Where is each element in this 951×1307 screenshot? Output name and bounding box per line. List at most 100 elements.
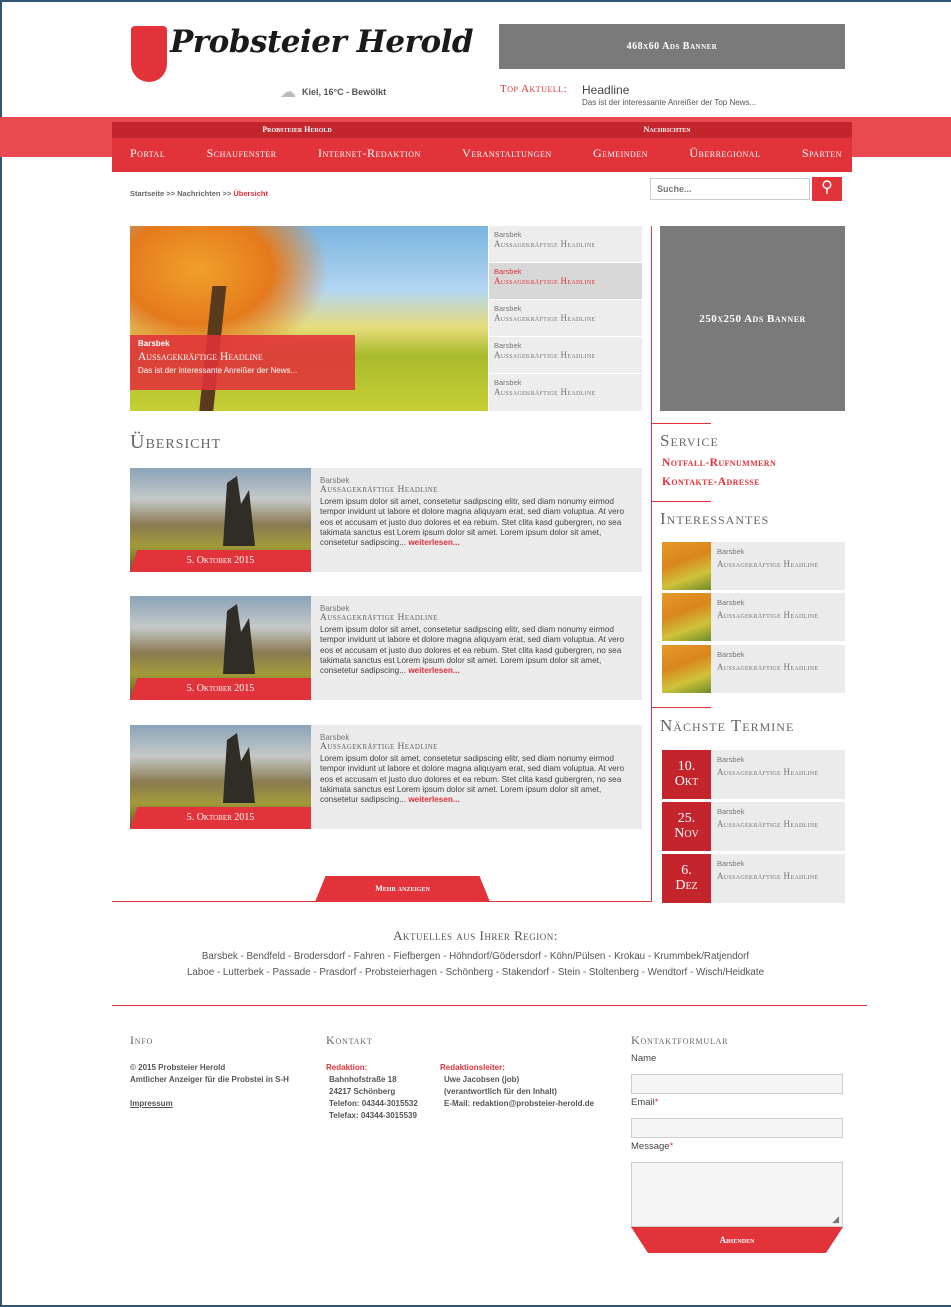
article-body-text: Lorem ipsum dolor sit amet, consetetur s… [320,754,625,805]
event-kicker: Barsbek [717,859,745,868]
top-ads-banner[interactable]: 468x60 Ads Banner [499,24,845,69]
sidebar-ads-banner[interactable]: 250x250 Ads Banner [660,226,845,411]
slider-item-headline: Aussagekräftige Headline [494,276,596,286]
name-label: Name [631,1053,657,1064]
hero-headline: Aussagekräftige Headline [138,351,263,363]
interesting-item[interactable]: Barsbek Aussagekräftige Headline [662,645,845,693]
nav-item-veranstaltungen[interactable]: Veranstaltungen [462,146,551,161]
slider-item-headline: Aussagekräftige Headline [494,387,596,397]
search-input[interactable]: Suche... [650,178,810,200]
slider-item-headline: Aussagekräftige Headline [494,313,596,323]
contact-form-title: Kontaktformular [631,1033,729,1047]
message-label: Message [631,1141,670,1152]
breadcrumb-path[interactable]: Startseite >> Nachrichten >> [130,189,233,198]
top-news-headline[interactable]: Headline [582,83,629,97]
leiter-email[interactable]: E-Mail: redaktion@probsteier-herold.de [440,1098,594,1110]
event-item[interactable]: 25. Nov Barsbek Aussagekräftige Headline [662,802,845,851]
event-date: 6. Dez [662,854,711,903]
article-card[interactable]: 5. Oktober 2015 Barsbek Aussagekräftige … [130,725,642,829]
resize-handle-icon[interactable]: ◢ [832,1214,839,1225]
redaktion-phone: Telefon: 04344-3015532 [329,1099,418,1108]
event-item[interactable]: 10. Okt Barsbek Aussagekräftige Headline [662,750,845,799]
article-body: Lorem ipsum dolor sit amet, consetetur s… [320,497,634,548]
name-field[interactable] [631,1074,843,1094]
read-more-link[interactable]: weiterlesen... [408,795,459,804]
service-link-kontakte[interactable]: Kontakte-Adresse [662,476,760,488]
article-rock-shape [223,476,255,546]
sidebar-divider [651,423,711,424]
slider-item[interactable]: Barsbek Aussagekräftige Headline [489,337,642,374]
read-more-link[interactable]: weiterlesen... [408,538,459,547]
article-image[interactable]: 5. Oktober 2015 [130,596,311,700]
hero-caption[interactable]: Barsbek Aussagekräftige Headline Das ist… [130,335,355,390]
top-news-label: Top Aktuell: [500,83,568,95]
article-card[interactable]: 5. Oktober 2015 Barsbek Aussagekräftige … [130,468,642,572]
email-label: Email [631,1097,655,1108]
article-headline[interactable]: Aussagekräftige Headline [320,742,634,752]
article-date: 5. Oktober 2015 [130,807,311,829]
region-links-line1[interactable]: Barsbek - Bendfeld - Brodersdorf - Fahre… [0,951,951,962]
event-month: Okt [674,774,699,789]
interesting-item[interactable]: Barsbek Aussagekräftige Headline [662,593,845,641]
submit-button[interactable]: Absenden [631,1227,843,1253]
nav-item-internet-redaktion[interactable]: Internet-Redaktion [318,146,421,161]
search-icon: ⚲ [821,179,833,196]
article-image[interactable]: 5. Oktober 2015 [130,725,311,829]
redaktion-fax: Telefax: 04344-3015539 [329,1111,417,1120]
interesting-thumbnail [662,542,711,590]
leiter-note: (verantwortlich für den Inhalt) [444,1087,557,1096]
service-link-notfall[interactable]: Notfall-Rufnummern [662,457,776,469]
weather-widget: ☁ Kiel, 16°C - Bewölkt [280,82,386,102]
interesting-headline: Aussagekräftige Headline [717,559,819,569]
interesting-thumbnail [662,645,711,693]
sidebar-divider [651,501,711,502]
interesting-item[interactable]: Barsbek Aussagekräftige Headline [662,542,845,590]
redaktion-city: 24217 Schönberg [329,1087,396,1096]
interesting-title: Interessantes [660,509,770,528]
search-button[interactable]: ⚲ [812,177,842,201]
article-headline[interactable]: Aussagekräftige Headline [320,485,634,495]
nav-section-herold[interactable]: Probsteier Herold [112,122,482,138]
nav-item-ueberregional[interactable]: Überregional [689,146,760,161]
article-body: Lorem ipsum dolor sit amet, consetetur s… [320,754,634,805]
nav-item-portal[interactable]: Portal [130,146,165,161]
cloud-sun-icon: ☁ [280,84,296,101]
message-field[interactable]: ◢ [631,1162,843,1227]
interesting-kicker: Barsbek [717,650,745,659]
slider-item-active[interactable]: Barsbek Aussagekräftige Headline [489,263,642,300]
footer-divider [112,1005,867,1006]
slider-item-kicker: Barsbek [494,304,522,313]
event-headline: Aussagekräftige Headline [717,819,819,829]
logo-shield-icon[interactable] [131,26,167,82]
footer-contact-title: Kontakt [326,1033,373,1047]
overview-title: Übersicht [130,431,222,453]
event-kicker: Barsbek [717,807,745,816]
slider-item[interactable]: Barsbek Aussagekräftige Headline [489,300,642,337]
event-item[interactable]: 6. Dez Barsbek Aussagekräftige Headline [662,854,845,903]
email-field[interactable] [631,1118,843,1138]
slider-item[interactable]: Barsbek Aussagekräftige Headline [489,226,642,263]
region-links-line2[interactable]: Laboe - Lutterbek - Passade - Prasdorf -… [0,967,951,978]
footer-info-line: Amtlicher Anzeiger für die Probstei in S… [130,1075,289,1084]
events-title: Nächste Termine [660,716,795,735]
region-title: Aktuelles aus Ihrer Region: [393,928,558,943]
nav-item-gemeinden[interactable]: Gemeinden [593,146,648,161]
sidebar-divider [651,707,711,708]
impressum-link[interactable]: Impressum [130,1098,289,1110]
article-headline[interactable]: Aussagekräftige Headline [320,613,634,623]
interesting-thumbnail [662,593,711,641]
article-card[interactable]: 5. Oktober 2015 Barsbek Aussagekräftige … [130,596,642,700]
site-logo[interactable]: Probsteier Herold [170,24,474,60]
event-day: 6. [681,863,692,878]
slider-item[interactable]: Barsbek Aussagekräftige Headline [489,374,642,411]
event-headline: Aussagekräftige Headline [717,871,819,881]
more-button[interactable]: Mehr anzeigen [315,876,490,902]
nav-section-nachrichten[interactable]: Nachrichten [482,122,852,138]
nav-item-schaufenster[interactable]: Schaufenster [207,146,277,161]
event-headline: Aussagekräftige Headline [717,767,819,777]
article-date: 5. Oktober 2015 [130,678,311,700]
nav-item-sparten[interactable]: Sparten [802,146,842,161]
article-image[interactable]: 5. Oktober 2015 [130,468,311,572]
read-more-link[interactable]: weiterlesen... [408,666,459,675]
article-rock-shape [223,733,255,803]
